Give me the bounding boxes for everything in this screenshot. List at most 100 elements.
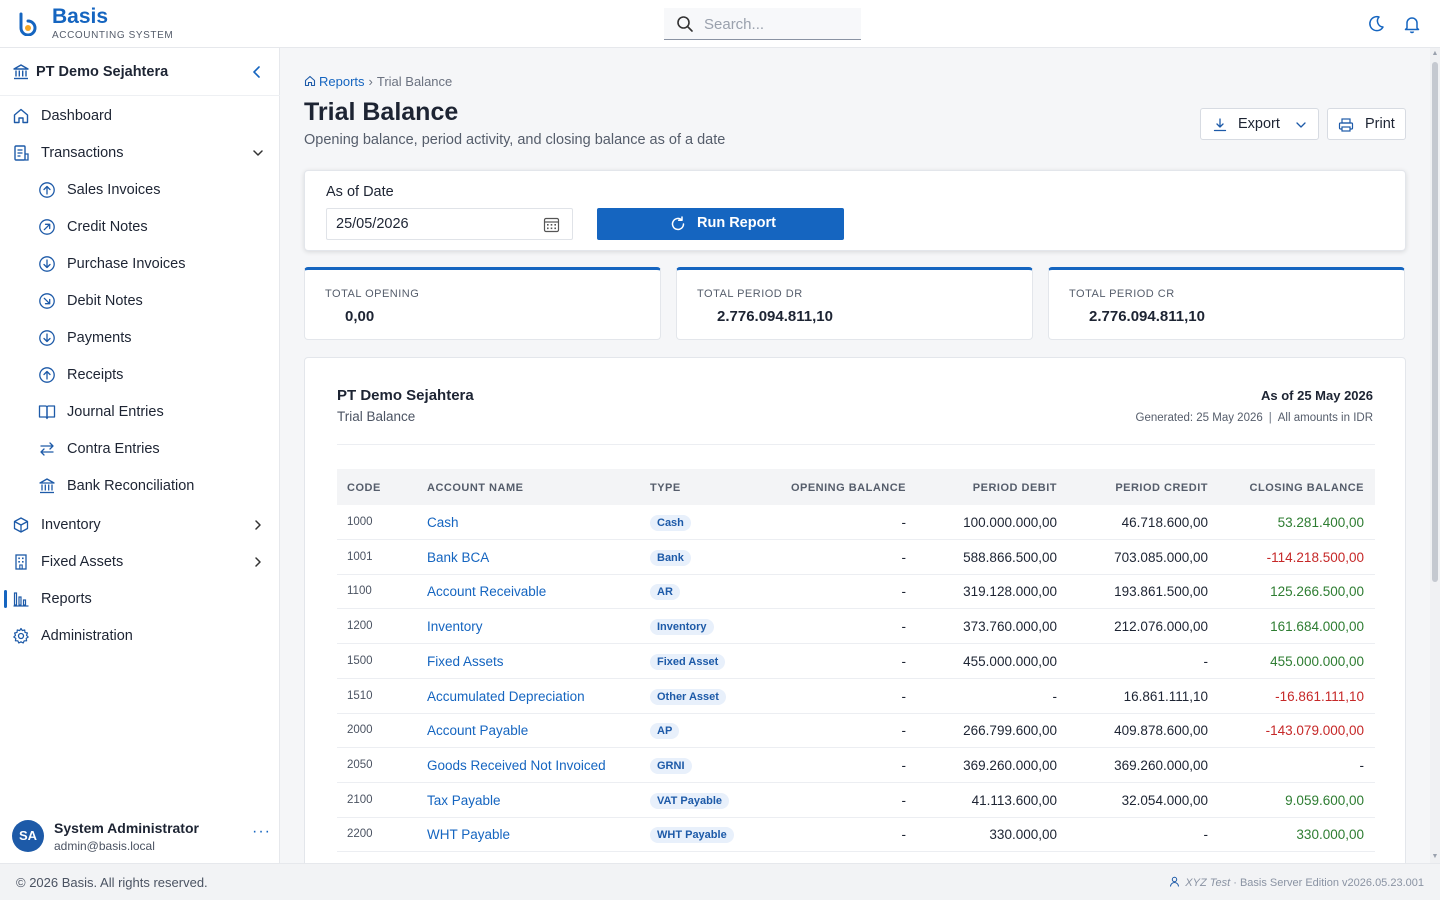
table-row[interactable]: 2050 Goods Received Not Invoiced GRNI - 369.…	[337, 748, 1375, 783]
user-menu-button[interactable]: ···	[252, 823, 271, 841]
sidebar-item-label: Journal Entries	[67, 404, 164, 420]
table-row[interactable]: 1000 Cash Cash - 100.000.000,00 46.718.600,00…	[337, 505, 1375, 540]
type-badge: VAT Payable	[650, 792, 730, 809]
breadcrumb-reports-link[interactable]: Reports	[319, 74, 365, 89]
page-scrollbar[interactable]: ▲ ▼	[1430, 48, 1440, 863]
scroll-up-arrow[interactable]: ▲	[1431, 50, 1439, 58]
table-row[interactable]: 1001 Bank BCA Bank - 588.866.500,00 703.085.0…	[337, 540, 1375, 575]
scroll-down-arrow[interactable]: ▼	[1431, 853, 1439, 861]
divider	[337, 444, 1375, 445]
company-switcher[interactable]: PT Demo Sejahtera	[0, 48, 280, 96]
table-row[interactable]: 1500 Fixed Assets Fixed Asset - 455.000.000,…	[337, 644, 1375, 679]
table-row[interactable]: 1510 Accumulated Depreciation Other Asset -…	[337, 679, 1375, 714]
sidebar-item-payments[interactable]: Payments	[0, 321, 280, 355]
as-of-date-input[interactable]: 25/05/2026	[326, 208, 573, 240]
cell-closing-balance: 9.059.600,00	[1285, 792, 1364, 808]
sidebar-item-dashboard[interactable]: Dashboard	[0, 99, 280, 133]
account-link[interactable]: Inventory	[427, 619, 483, 634]
stat-label: TOTAL PERIOD CR	[1069, 288, 1175, 300]
account-link[interactable]: Tax Payable	[427, 793, 501, 808]
home-icon	[13, 108, 29, 124]
user-profile[interactable]: SA System Administrator admin@basis.loca…	[0, 813, 280, 863]
cell-period-debit: 330.000,00	[989, 827, 1057, 843]
tenant-name: XYZ Test	[1185, 877, 1231, 889]
moon-icon[interactable]	[1366, 14, 1386, 34]
avatar: SA	[12, 820, 44, 852]
collapse-sidebar-icon[interactable]	[248, 63, 266, 81]
sidebar-item-receipts[interactable]: Receipts	[0, 358, 280, 392]
cell-type: Bank	[650, 549, 691, 566]
type-badge: AR	[650, 584, 680, 601]
cell-type: Fixed Asset	[650, 653, 726, 670]
table-row[interactable]: 2100 Tax Payable VAT Payable - 41.113.600,00…	[337, 783, 1375, 818]
type-badge: WHT Payable	[650, 827, 734, 844]
sidebar-item-debit-notes[interactable]: Debit Notes	[0, 284, 280, 318]
sidebar-item-sales-invoices[interactable]: Sales Invoices	[0, 173, 280, 207]
sidebar-item-label: Receipts	[67, 367, 124, 383]
cell-opening-balance: -	[901, 549, 907, 565]
search-input[interactable]	[704, 14, 854, 34]
cell-closing-balance: -114.218.500,00	[1266, 549, 1364, 565]
calendar-icon[interactable]	[543, 216, 560, 233]
table-row[interactable]: 2000 Account Payable AP - 266.799.600,00 409.…	[337, 713, 1375, 749]
stat-label: TOTAL PERIOD DR	[697, 288, 803, 300]
cell-period-credit: -	[1203, 653, 1209, 669]
account-link[interactable]: Goods Received Not Invoiced	[427, 758, 606, 773]
cell-closing-balance: 53.281.400,00	[1277, 515, 1364, 530]
stat-card-total-period-dr: TOTAL PERIOD DR 2.776.094.811,10	[676, 267, 1033, 340]
run-report-button[interactable]: Run Report	[597, 208, 844, 240]
cell-period-debit: 455.000.000,00	[963, 653, 1057, 669]
cell-period-debit: 100.000.000,00	[963, 515, 1057, 530]
account-link[interactable]: Accumulated Depreciation	[427, 689, 585, 704]
sidebar-item-credit-notes[interactable]: Credit Notes	[0, 210, 280, 244]
sidebar-item-inventory[interactable]: Inventory	[0, 508, 280, 542]
sidebar-item-bank-reconciliation[interactable]: Bank Reconciliation	[0, 469, 280, 503]
cell-code: 1500	[347, 654, 373, 667]
sidebar-item-transactions[interactable]: Transactions	[0, 136, 280, 170]
cell-period-debit: 41.113.600,00	[971, 792, 1057, 808]
cell-opening-balance: -	[901, 515, 907, 530]
table-row[interactable]: 1100 Account Receivable AR - 319.128.000,00 1…	[337, 574, 1375, 610]
cell-period-debit: 373.760.000,00	[963, 619, 1057, 635]
sidebar-item-administration[interactable]: Administration	[0, 619, 280, 653]
scrollbar-thumb[interactable]	[1432, 62, 1438, 582]
sidebar-item-label: Debit Notes	[67, 293, 143, 309]
export-button[interactable]: Export	[1200, 108, 1319, 140]
sidebar-item-purchase-invoices[interactable]: Purchase Invoices	[0, 247, 280, 281]
report-company: PT Demo Sejahtera	[337, 387, 474, 404]
print-button[interactable]: Print	[1327, 108, 1406, 140]
account-link[interactable]: Bank BCA	[427, 550, 489, 565]
account-link[interactable]: Account Receivable	[427, 584, 546, 599]
report-as-of: As of 25 May 2026	[1260, 388, 1373, 403]
bell-icon[interactable]	[1402, 14, 1422, 34]
table-row[interactable]: 2200 WHT Payable WHT Payable - 330.000,00 - 33…	[337, 817, 1375, 853]
search-box[interactable]	[664, 8, 861, 40]
account-link[interactable]: Fixed Assets	[427, 654, 504, 669]
cell-closing-balance: -143.079.000,00	[1265, 723, 1364, 739]
user-icon	[1170, 876, 1180, 887]
cell-period-debit: 588.866.500,00	[963, 549, 1057, 565]
column-header-code: CODE	[347, 482, 381, 494]
cell-opening-balance: -	[901, 688, 907, 704]
cell-type: VAT Payable	[650, 792, 730, 809]
run-report-label: Run Report	[697, 215, 776, 231]
sidebar-item-fixed-assets[interactable]: Fixed Assets	[0, 545, 280, 579]
arrow-down-circle-icon	[39, 256, 55, 272]
sidebar-item-label: Sales Invoices	[67, 182, 161, 198]
account-link[interactable]: Account Payable	[427, 723, 528, 738]
sidebar-item-contra-entries[interactable]: Contra Entries	[0, 432, 280, 466]
sidebar-item-reports[interactable]: Reports	[0, 582, 280, 616]
sidebar-item-label: Dashboard	[41, 108, 112, 124]
filter-panel: As of Date 25/05/2026 Run Report	[304, 170, 1406, 251]
bar-chart-icon	[13, 592, 29, 607]
cell-period-credit: 369.260.000,00	[1114, 757, 1208, 773]
column-header-opening-balance: OPENING BALANCE	[790, 482, 906, 494]
sidebar-item-journal-entries[interactable]: Journal Entries	[0, 395, 280, 429]
cell-type: Other Asset	[650, 688, 726, 705]
cell-code: 2050	[347, 758, 373, 771]
column-header-period-credit: PERIOD CREDIT	[1115, 482, 1208, 494]
account-link[interactable]: WHT Payable	[427, 827, 510, 842]
table-row[interactable]: 1200 Inventory Inventory - 373.760.000,00 212…	[337, 609, 1375, 645]
page-title: Trial Balance	[304, 98, 459, 126]
account-link[interactable]: Cash	[427, 515, 459, 530]
